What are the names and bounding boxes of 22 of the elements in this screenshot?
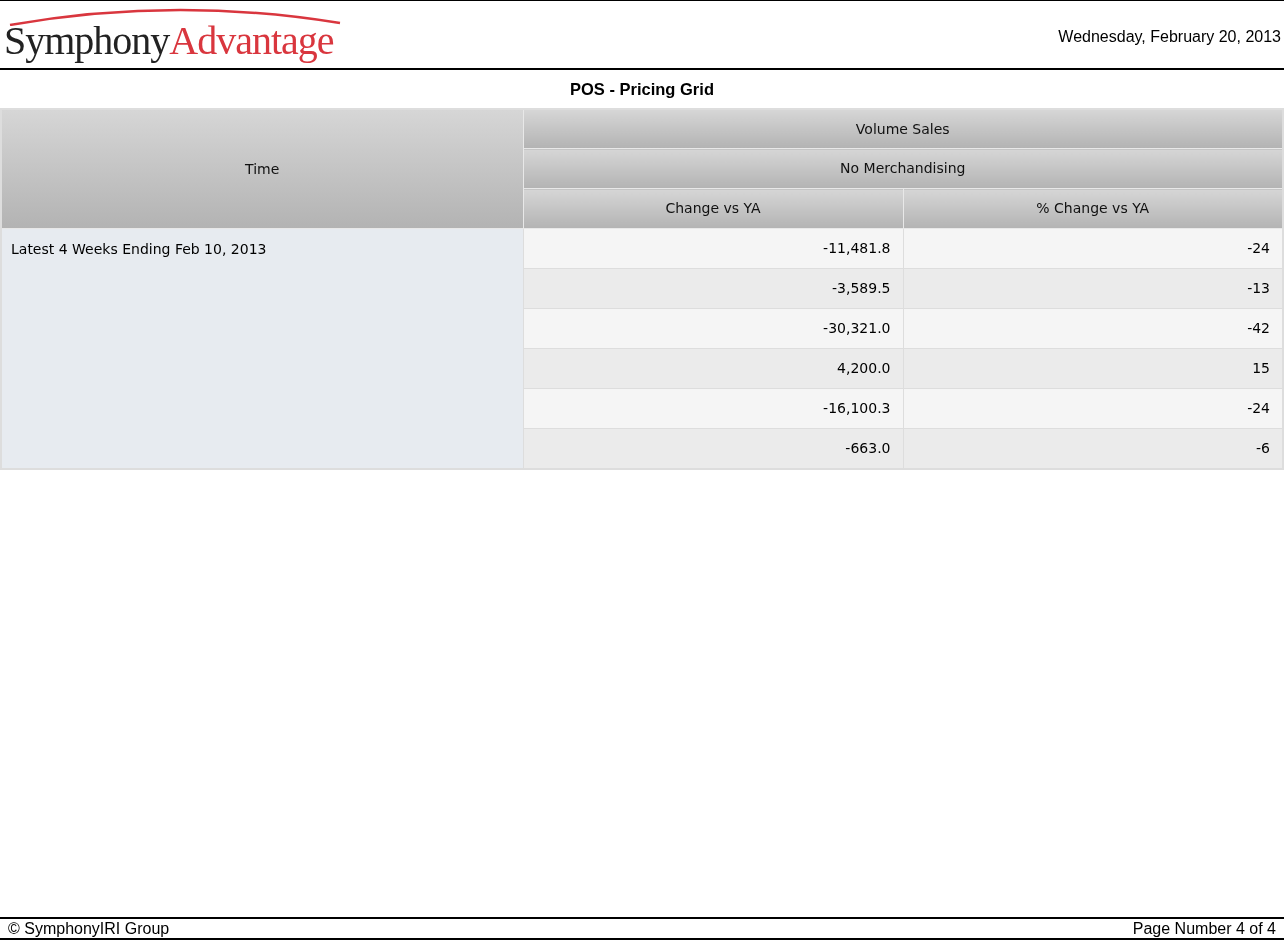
- table-cell: -42: [903, 308, 1283, 349]
- copyright-text: © SymphonyIRI Group: [8, 919, 170, 938]
- report-date: Wednesday, February 20, 2013: [1058, 27, 1281, 47]
- row-header: Latest 4 Weeks Ending Feb 10, 2013: [1, 228, 523, 469]
- table-cell: -24: [903, 388, 1283, 429]
- column-header: Change vs YA: [523, 188, 903, 229]
- column-group-header: No Merchandising: [523, 148, 1283, 189]
- table-cell: 15: [903, 348, 1283, 389]
- page-number: Page Number 4 of 4: [1132, 919, 1276, 938]
- table-cell: -3,589.5: [523, 268, 903, 309]
- table-cell: 4,200.0: [523, 348, 903, 389]
- report-title: POS - Pricing Grid: [569, 79, 715, 100]
- column-group-header: Volume Sales: [523, 108, 1283, 149]
- table-cell: -16,100.3: [523, 388, 903, 429]
- table-cell: -663.0: [523, 428, 903, 469]
- column-header: Time: [1, 108, 523, 229]
- table-cell: -6: [903, 428, 1283, 469]
- table-cell: -30,321.0: [523, 308, 903, 349]
- column-header: % Change vs YA: [903, 188, 1283, 229]
- table-cell: -13: [903, 268, 1283, 309]
- table-cell: -11,481.8: [523, 228, 903, 269]
- table-cell: -24: [903, 228, 1283, 269]
